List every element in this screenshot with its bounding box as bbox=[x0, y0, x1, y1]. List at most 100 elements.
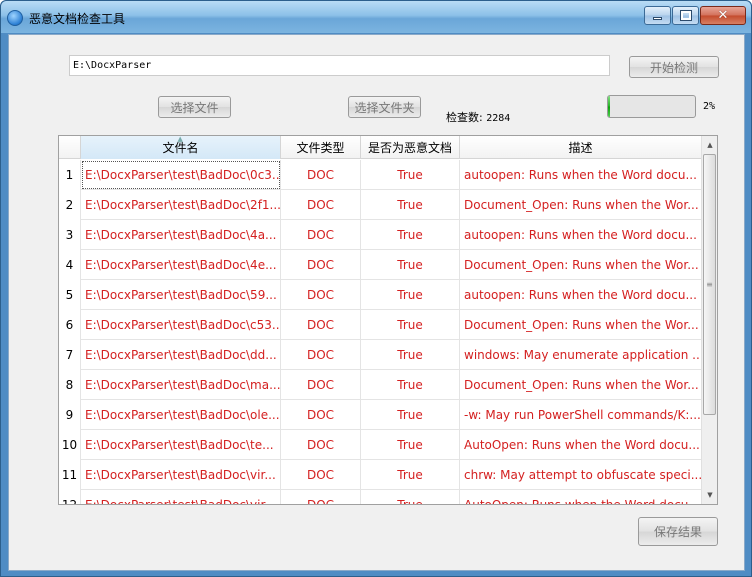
table-row[interactable]: 1 E:\DocxParser\test\BadDoc\0c3... DOC True… bbox=[59, 160, 702, 190]
column-header-label: 文件类型 bbox=[296, 141, 345, 155]
select-folder-button[interactable]: 选择文件夹 bbox=[348, 96, 421, 118]
cell-filename[interactable]: E:\DocxParser\test\BadDoc\vir... bbox=[81, 460, 281, 490]
cell-malicious[interactable]: True bbox=[361, 250, 460, 280]
cell-description[interactable]: Document_Open: Runs when the Wor... bbox=[460, 370, 702, 400]
cell-filename[interactable]: E:\DocxParser\test\BadDoc\59... bbox=[81, 280, 281, 310]
cell-filetype[interactable]: DOC bbox=[281, 430, 361, 460]
maximize-icon bbox=[679, 10, 692, 21]
cell-malicious[interactable]: True bbox=[361, 220, 460, 250]
cell-malicious[interactable]: True bbox=[361, 460, 460, 490]
cell-filetype[interactable]: DOC bbox=[281, 250, 361, 280]
row-number[interactable]: 5 bbox=[59, 280, 81, 310]
table-row[interactable]: 12 E:\DocxParser\test\BadDoc\vir... DOC Tru… bbox=[59, 490, 702, 504]
column-header-malicious[interactable]: 是否为恶意文档 bbox=[361, 136, 460, 159]
cell-malicious[interactable]: True bbox=[361, 490, 460, 504]
vertical-scrollbar[interactable]: ▲ ≡ ▼ bbox=[701, 136, 717, 504]
row-number[interactable]: 7 bbox=[59, 340, 81, 370]
table-row[interactable]: 5 E:\DocxParser\test\BadDoc\59... DOC True a… bbox=[59, 280, 702, 310]
minimize-icon bbox=[653, 17, 662, 20]
table-row[interactable]: 8 E:\DocxParser\test\BadDoc\ma... DOC True D… bbox=[59, 370, 702, 400]
cell-filename[interactable]: E:\DocxParser\test\BadDoc\0c3... bbox=[81, 160, 281, 190]
cell-filetype[interactable]: DOC bbox=[281, 310, 361, 340]
cell-filetype[interactable]: DOC bbox=[281, 190, 361, 220]
select-file-button[interactable]: 选择文件 bbox=[158, 96, 231, 118]
cell-filename[interactable]: E:\DocxParser\test\BadDoc\dd... bbox=[81, 340, 281, 370]
results-table[interactable]: ▲ 文件名 文件类型 是否为恶意文档 描述 1 E:\DocxParser\tes… bbox=[58, 135, 718, 505]
cell-filetype[interactable]: DOC bbox=[281, 400, 361, 430]
cell-description[interactable]: AutoOpen: Runs when the Word docu... bbox=[460, 490, 702, 504]
close-button[interactable]: ✕ bbox=[700, 6, 746, 25]
row-number[interactable]: 6 bbox=[59, 310, 81, 340]
row-number[interactable]: 2 bbox=[59, 190, 81, 220]
app-icon bbox=[7, 10, 23, 26]
cell-filetype[interactable]: DOC bbox=[281, 460, 361, 490]
table-row[interactable]: 3 E:\DocxParser\test\BadDoc\4a... DOC True a… bbox=[59, 220, 702, 250]
cell-filename[interactable]: E:\DocxParser\test\BadDoc\ole... bbox=[81, 400, 281, 430]
progress-bar bbox=[607, 95, 696, 118]
cell-description[interactable]: windows: May enumerate application ... bbox=[460, 340, 702, 370]
row-number[interactable]: 3 bbox=[59, 220, 81, 250]
row-number[interactable]: 1 bbox=[59, 160, 81, 190]
cell-malicious[interactable]: True bbox=[361, 310, 460, 340]
cell-malicious[interactable]: True bbox=[361, 160, 460, 190]
cell-description[interactable]: Document_Open: Runs when the Wor... bbox=[460, 250, 702, 280]
cell-filename[interactable]: E:\DocxParser\test\BadDoc\4e... bbox=[81, 250, 281, 280]
progress-fill bbox=[608, 96, 610, 117]
column-header-filename[interactable]: ▲ 文件名 bbox=[81, 136, 281, 159]
table-row[interactable]: 6 E:\DocxParser\test\BadDoc\c53... DOC True… bbox=[59, 310, 702, 340]
cell-filename[interactable]: E:\DocxParser\test\BadDoc\2f1... bbox=[81, 190, 281, 220]
row-number[interactable]: 10 bbox=[59, 430, 81, 460]
table-row[interactable]: 4 E:\DocxParser\test\BadDoc\4e... DOC True D… bbox=[59, 250, 702, 280]
cell-description[interactable]: chrw: May attempt to obfuscate speci... bbox=[460, 460, 702, 490]
column-header-filetype[interactable]: 文件类型 bbox=[281, 136, 361, 159]
close-icon: ✕ bbox=[717, 8, 729, 23]
start-scan-button[interactable]: 开始检测 bbox=[629, 56, 719, 78]
row-number[interactable]: 8 bbox=[59, 370, 81, 400]
cell-filetype[interactable]: DOC bbox=[281, 160, 361, 190]
cell-filetype[interactable]: DOC bbox=[281, 280, 361, 310]
cell-malicious[interactable]: True bbox=[361, 430, 460, 460]
cell-filetype[interactable]: DOC bbox=[281, 220, 361, 250]
table-row[interactable]: 9 E:\DocxParser\test\BadDoc\ole... DOC True… bbox=[59, 400, 702, 430]
row-number[interactable]: 9 bbox=[59, 400, 81, 430]
cell-description[interactable]: Document_Open: Runs when the Wor... bbox=[460, 310, 702, 340]
table-row[interactable]: 10 E:\DocxParser\test\BadDoc\te... DOC True… bbox=[59, 430, 702, 460]
table-row[interactable]: 2 E:\DocxParser\test\BadDoc\2f1... DOC True… bbox=[59, 190, 702, 220]
column-header-description[interactable]: 描述 bbox=[460, 136, 702, 159]
cell-filetype[interactable]: DOC bbox=[281, 370, 361, 400]
row-number[interactable]: 4 bbox=[59, 250, 81, 280]
scroll-thumb[interactable]: ≡ bbox=[703, 154, 716, 415]
cell-description[interactable]: -w: May run PowerShell commands/K:... bbox=[460, 400, 702, 430]
main-panel: E:\DocxParser 开始检测 选择文件 选择文件夹 检查数: 2284 … bbox=[8, 34, 745, 571]
cell-filename[interactable]: E:\DocxParser\test\BadDoc\4a... bbox=[81, 220, 281, 250]
cell-description[interactable]: autoopen: Runs when the Word docu... bbox=[460, 280, 702, 310]
row-number[interactable]: 11 bbox=[59, 460, 81, 490]
cell-filename[interactable]: E:\DocxParser\test\BadDoc\vir... bbox=[81, 490, 281, 504]
cell-malicious[interactable]: True bbox=[361, 190, 460, 220]
cell-description[interactable]: autoopen: Runs when the Word docu... bbox=[460, 220, 702, 250]
cell-description[interactable]: autoopen: Runs when the Word docu... bbox=[460, 160, 702, 190]
table-header: ▲ 文件名 文件类型 是否为恶意文档 描述 bbox=[59, 136, 702, 159]
cell-malicious[interactable]: True bbox=[361, 370, 460, 400]
cell-filename[interactable]: E:\DocxParser\test\BadDoc\ma... bbox=[81, 370, 281, 400]
title-bar[interactable]: 恶意文档检查工具 ✕ bbox=[1, 1, 751, 33]
path-input[interactable]: E:\DocxParser bbox=[69, 55, 610, 76]
cell-description[interactable]: Document_Open: Runs when the Wor... bbox=[460, 190, 702, 220]
scroll-down-icon[interactable]: ▼ bbox=[702, 487, 717, 503]
table-row[interactable]: 7 E:\DocxParser\test\BadDoc\dd... DOC True w… bbox=[59, 340, 702, 370]
scroll-up-icon[interactable]: ▲ bbox=[702, 137, 717, 153]
row-number[interactable]: 12 bbox=[59, 490, 81, 504]
cell-filename[interactable]: E:\DocxParser\test\BadDoc\c53... bbox=[81, 310, 281, 340]
cell-filetype[interactable]: DOC bbox=[281, 490, 361, 504]
minimize-button[interactable] bbox=[644, 6, 671, 25]
cell-malicious[interactable]: True bbox=[361, 340, 460, 370]
maximize-button[interactable] bbox=[672, 6, 699, 25]
header-corner[interactable] bbox=[59, 136, 81, 159]
cell-description[interactable]: AutoOpen: Runs when the Word docu... bbox=[460, 430, 702, 460]
table-row[interactable]: 11 E:\DocxParser\test\BadDoc\vir... DOC Tru… bbox=[59, 460, 702, 490]
cell-filetype[interactable]: DOC bbox=[281, 340, 361, 370]
cell-malicious[interactable]: True bbox=[361, 400, 460, 430]
save-results-button[interactable]: 保存结果 bbox=[638, 517, 718, 546]
cell-filename[interactable]: E:\DocxParser\test\BadDoc\te... bbox=[81, 430, 281, 460]
cell-malicious[interactable]: True bbox=[361, 280, 460, 310]
